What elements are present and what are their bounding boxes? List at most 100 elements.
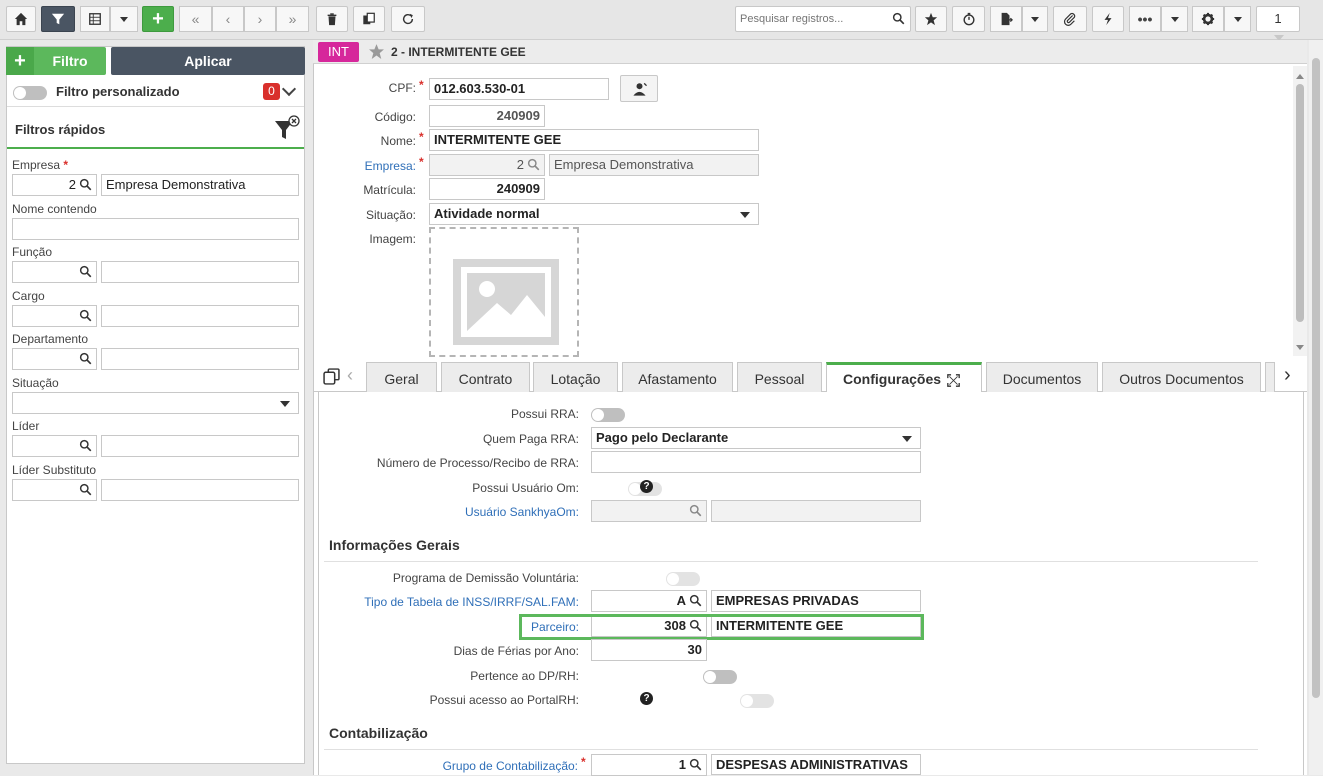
chevron-down-icon[interactable] — [281, 81, 297, 97]
filter-nome-field[interactable] — [12, 218, 299, 240]
star-icon[interactable] — [368, 43, 385, 60]
apply-filter-button[interactable]: Aplicar — [111, 47, 305, 75]
tab-outros-documentos[interactable]: Outros Documentos — [1102, 362, 1261, 392]
filter-toggle-button[interactable] — [41, 6, 75, 32]
new-filter-button[interactable]: + Filtro — [6, 47, 106, 75]
codigo-field[interactable]: 240909 — [429, 105, 545, 127]
previous-record-button[interactable]: ‹ — [212, 6, 244, 32]
cpf-field[interactable]: 012.603.530-01 — [429, 78, 609, 100]
tab-geral[interactable]: Geral — [366, 362, 437, 392]
timer-button[interactable] — [952, 6, 985, 32]
first-record-button[interactable]: « — [179, 6, 212, 32]
report-dropdown-button[interactable] — [1022, 6, 1048, 32]
dias-ferias-field[interactable]: 30 — [591, 639, 707, 661]
search-icon[interactable] — [892, 12, 905, 25]
filter-departamento-name-field[interactable] — [101, 348, 299, 370]
photo-upload-area[interactable] — [429, 227, 579, 357]
filter-situacao-select[interactable] — [12, 392, 299, 414]
copy-icon[interactable] — [323, 368, 340, 385]
programa-demissao-toggle[interactable] — [665, 571, 700, 586]
situacao-select[interactable]: Atividade normal — [429, 203, 759, 225]
next-record-button[interactable]: › — [244, 6, 276, 32]
search-icon[interactable] — [79, 309, 92, 322]
pertence-dprh-toggle[interactable] — [703, 669, 738, 684]
tab-documentos[interactable]: Documentos — [986, 362, 1098, 392]
record-type-badge: INT — [318, 42, 359, 62]
search-icon[interactable] — [79, 265, 92, 278]
duplicate-button[interactable] — [353, 6, 385, 32]
grid-view-button[interactable] — [80, 6, 110, 32]
nome-field[interactable]: INTERMITENTE GEE — [429, 129, 759, 151]
filter-departamento-code-field[interactable] — [12, 348, 97, 370]
more-dropdown-button[interactable] — [1161, 6, 1188, 32]
actions-button[interactable] — [1092, 6, 1124, 32]
add-record-button[interactable]: + — [142, 6, 174, 32]
search-icon[interactable] — [79, 439, 92, 452]
search-icon[interactable] — [689, 758, 702, 771]
tab-configuracoes[interactable]: Configurações — [826, 362, 982, 393]
numero-processo-field[interactable] — [591, 451, 921, 473]
page-scrollbar-thumb[interactable] — [1312, 58, 1320, 698]
search-icon[interactable] — [689, 594, 702, 607]
more-options-button[interactable]: ••• — [1129, 6, 1161, 32]
last-record-button[interactable]: » — [276, 6, 309, 32]
attachments-button[interactable] — [1053, 6, 1087, 32]
search-icon[interactable] — [79, 352, 92, 365]
search-icon[interactable] — [527, 158, 540, 171]
expand-icon[interactable] — [947, 374, 960, 387]
tabs-scroll-right-icon[interactable]: › — [1284, 364, 1291, 387]
search-icon[interactable] — [79, 483, 92, 496]
custom-filter-toggle[interactable] — [13, 85, 47, 100]
tabs-scroll-left-icon[interactable]: ‹ — [347, 365, 353, 386]
settings-dropdown-button[interactable] — [1224, 6, 1251, 32]
filter-lider-code-field[interactable] — [12, 435, 97, 457]
tab-contrato[interactable]: Contrato — [441, 362, 530, 392]
refresh-button[interactable] — [391, 6, 425, 32]
search-icon[interactable] — [689, 504, 702, 517]
empresa-link-label[interactable]: Empresa: — [330, 159, 416, 173]
favorite-button[interactable] — [915, 6, 947, 32]
filter-lider-substituto-code-field[interactable] — [12, 479, 97, 501]
empresa-name-field: Empresa Demonstrativa — [549, 154, 759, 176]
filter-lider-substituto-name-field[interactable] — [101, 479, 299, 501]
tipo-tabela-link-label[interactable]: Tipo de Tabela de INSS/IRRF/SAL.FAM: — [279, 595, 579, 609]
delete-button[interactable] — [316, 6, 348, 32]
filter-empresa-name-field[interactable]: Empresa Demonstrativa — [101, 174, 299, 196]
tab-afastamento[interactable]: Afastamento — [622, 362, 733, 392]
scroll-up-icon[interactable] — [1296, 70, 1304, 79]
clear-filter-icon[interactable] — [273, 115, 301, 143]
header-scrollbar-thumb[interactable] — [1296, 84, 1304, 322]
matricula-field[interactable]: 240909 — [429, 178, 545, 200]
possui-portalrh-toggle[interactable] — [740, 693, 775, 708]
report-button[interactable] — [990, 6, 1022, 32]
search-icon[interactable] — [79, 178, 92, 191]
tab-lotacao[interactable]: Lotação — [533, 362, 618, 392]
tab-pessoal[interactable]: Pessoal — [737, 362, 822, 392]
usuario-sankhyaom-link-label[interactable]: Usuário SankhyaOm: — [279, 505, 579, 519]
empresa-code-field[interactable]: 2 — [429, 154, 545, 176]
help-icon[interactable]: ? — [640, 692, 653, 705]
page-scrollbar[interactable] — [1309, 40, 1323, 775]
filter-funcao-code-field[interactable] — [12, 261, 97, 283]
tipo-tabela-code-field[interactable]: A — [591, 590, 707, 612]
home-button[interactable] — [6, 6, 36, 32]
person-lookup-button[interactable] — [620, 75, 658, 102]
grupo-contabilizacao-code-field[interactable]: 1 — [591, 754, 707, 776]
view-dropdown-button[interactable] — [110, 6, 138, 32]
header-scrollbar[interactable] — [1293, 66, 1307, 356]
grupo-contabilizacao-link-label[interactable]: Grupo de Contabilização: — [278, 759, 578, 773]
filter-funcao-name-field[interactable] — [101, 261, 299, 283]
search-input[interactable] — [736, 7, 886, 31]
tab-overflow[interactable] — [1265, 362, 1275, 392]
quem-paga-rra-select[interactable]: Pago pelo Declarante — [591, 427, 921, 449]
usuario-sankhyaom-code-field[interactable] — [591, 500, 707, 522]
help-icon[interactable]: ? — [640, 480, 653, 493]
possui-rra-toggle[interactable] — [591, 407, 625, 422]
filter-cargo-code-field[interactable] — [12, 305, 97, 327]
settings-button[interactable] — [1192, 6, 1224, 32]
filter-lider-name-field[interactable] — [101, 435, 299, 457]
filter-cargo-name-field[interactable] — [101, 305, 299, 327]
filter-empresa-code-field[interactable]: 2 — [12, 174, 97, 196]
page-number-box[interactable]: 1 — [1256, 6, 1300, 41]
scroll-down-icon[interactable] — [1296, 345, 1304, 354]
